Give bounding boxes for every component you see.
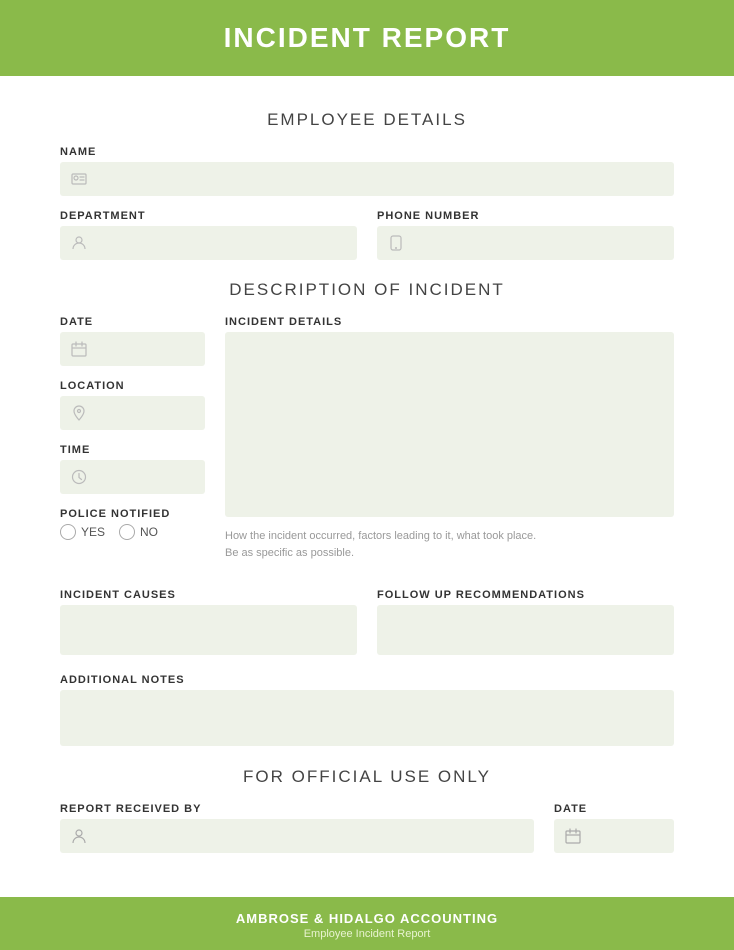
incident-details-label: INCIDENT DETAILS: [225, 316, 674, 328]
additional-notes-group: ADDITIONAL NOTES: [60, 674, 674, 751]
police-no-option[interactable]: NO: [119, 524, 158, 540]
location-input[interactable]: [60, 396, 205, 430]
time-field-group: TIME: [60, 444, 205, 494]
police-yes-label: YES: [81, 525, 105, 539]
date-label: DATE: [60, 316, 205, 328]
right-col: INCIDENT DETAILS How the incident occurr…: [225, 316, 674, 575]
location-icon: [70, 404, 88, 422]
received-person-icon: [70, 827, 88, 845]
additional-notes-label: ADDITIONAL NOTES: [60, 674, 674, 686]
phone-label: PHONE NUMBER: [377, 210, 674, 222]
page-title: INCIDENT REPORT: [0, 22, 734, 54]
time-label: TIME: [60, 444, 205, 456]
description-title: DESCRIPTION OF INCIDENT: [60, 280, 674, 300]
department-label: DEPARTMENT: [60, 210, 357, 222]
date-field-group: DATE: [60, 316, 205, 366]
description-layout: DATE LOCATION: [60, 316, 674, 575]
official-calendar-icon: [564, 827, 582, 845]
received-by-input[interactable]: [60, 819, 534, 853]
incident-causes-group: INCIDENT CAUSES: [60, 589, 357, 660]
incident-causes-label: INCIDENT CAUSES: [60, 589, 357, 601]
phone-input[interactable]: [377, 226, 674, 260]
left-col: DATE LOCATION: [60, 316, 205, 575]
incident-causes-textarea[interactable]: [60, 605, 357, 655]
radio-yes-circle: [60, 524, 76, 540]
department-field-group: DEPARTMENT: [60, 210, 357, 260]
page-header: INCIDENT REPORT: [0, 0, 734, 76]
police-yes-option[interactable]: YES: [60, 524, 105, 540]
additional-notes-textarea[interactable]: [60, 690, 674, 746]
main-content: EMPLOYEE DETAILS NAME DEPARTMENT: [0, 76, 734, 897]
causes-followup-row: INCIDENT CAUSES FOLLOW UP RECOMMENDATION…: [60, 589, 674, 660]
footer-subtitle: Employee Incident Report: [0, 928, 734, 940]
follow-up-textarea[interactable]: [377, 605, 674, 655]
police-radio-group: YES NO: [60, 524, 205, 540]
date-input[interactable]: [60, 332, 205, 366]
official-date-input[interactable]: [554, 819, 674, 853]
dept-phone-row: DEPARTMENT PHONE NUMBER: [60, 210, 674, 260]
clock-icon: [70, 468, 88, 486]
official-row: REPORT RECEIVED BY DATE: [60, 803, 674, 853]
official-date-label: DATE: [554, 803, 674, 815]
follow-up-label: FOLLOW UP RECOMMENDATIONS: [377, 589, 674, 601]
police-no-label: NO: [140, 525, 158, 539]
location-label: LOCATION: [60, 380, 205, 392]
footer-company: AMBROSE & HIDALGO ACCOUNTING: [0, 911, 734, 926]
official-use-title: FOR OFFICIAL USE ONLY: [60, 767, 674, 787]
phone-icon: [387, 234, 405, 252]
person-icon: [70, 170, 88, 188]
incident-details-hint: How the incident occurred, factors leadi…: [225, 528, 674, 561]
received-by-label: REPORT RECEIVED BY: [60, 803, 534, 815]
location-field-group: LOCATION: [60, 380, 205, 430]
police-notified-label: POLICE NOTIFIED: [60, 508, 205, 520]
name-input[interactable]: [60, 162, 674, 196]
official-date-col: DATE: [554, 803, 674, 853]
page-footer: AMBROSE & HIDALGO ACCOUNTING Employee In…: [0, 897, 734, 950]
name-label: NAME: [60, 146, 674, 158]
police-notified-field-group: POLICE NOTIFIED YES NO: [60, 508, 205, 540]
radio-no-circle: [119, 524, 135, 540]
department-icon: [70, 234, 88, 252]
follow-up-group: FOLLOW UP RECOMMENDATIONS: [377, 589, 674, 660]
calendar-icon: [70, 340, 88, 358]
name-field-group: NAME: [60, 146, 674, 196]
phone-field-group: PHONE NUMBER: [377, 210, 674, 260]
time-input[interactable]: [60, 460, 205, 494]
department-input[interactable]: [60, 226, 357, 260]
incident-details-field-group: INCIDENT DETAILS How the incident occurr…: [225, 316, 674, 561]
incident-details-textarea[interactable]: [225, 332, 674, 517]
employee-details-title: EMPLOYEE DETAILS: [60, 110, 674, 130]
received-col: REPORT RECEIVED BY: [60, 803, 534, 853]
